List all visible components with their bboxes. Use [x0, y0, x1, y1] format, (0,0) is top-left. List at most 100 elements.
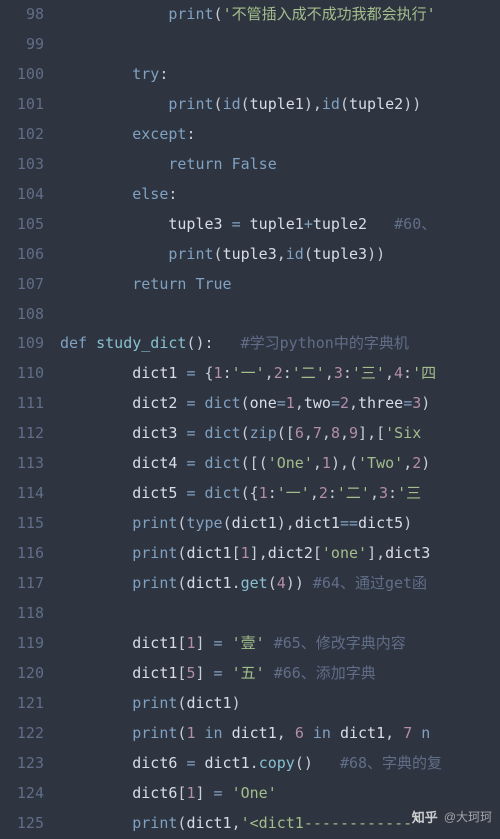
code-line[interactable]: dict2 = dict(one=1,two=2,three=3)	[60, 389, 500, 419]
token-pn: :	[283, 364, 292, 382]
token-pn: [	[376, 424, 385, 442]
line-number: 106	[6, 240, 44, 270]
code-line[interactable]: dict1[1] = '壹' #65、修改字典内容	[60, 629, 500, 659]
token-cm: #66、添加字典	[274, 664, 376, 682]
code-line[interactable]: dict1[5] = '五' #66、添加字典	[60, 659, 500, 689]
token-str: '二'	[337, 484, 370, 502]
code-line[interactable]	[60, 300, 500, 330]
token-id: dict1	[186, 694, 231, 712]
token-pn: :	[223, 364, 232, 382]
token-id	[195, 724, 204, 742]
token-pn: (	[340, 95, 349, 113]
token-op: =	[232, 215, 241, 233]
token-str: 'Six	[385, 424, 421, 442]
token-bn: id	[322, 95, 340, 113]
token-pn: )	[421, 454, 430, 472]
token-id: dict1	[186, 544, 231, 562]
token-num: 2	[274, 364, 283, 382]
code-line[interactable]: return True	[60, 270, 500, 300]
line-number: 109	[6, 329, 44, 359]
code-line[interactable]: print(dict1)	[60, 689, 500, 719]
line-number: 103	[6, 150, 44, 180]
token-id: tuple2	[313, 215, 367, 233]
token-id: dict4	[132, 454, 177, 472]
token-bn: print	[168, 5, 213, 23]
code-line[interactable]: except:	[60, 120, 500, 150]
token-bn: type	[186, 514, 222, 532]
code-line[interactable]: print(dict1[1],dict2['one'],dict3	[60, 539, 500, 569]
token-pn: )	[232, 694, 241, 712]
code-line[interactable]: def study_dict(): #学习python中的字典机	[60, 329, 500, 359]
token-pn: ,	[367, 424, 376, 442]
token-op: =	[214, 634, 223, 652]
token-num: 9	[349, 424, 358, 442]
token-id: dict1	[186, 574, 231, 592]
token-id: three	[358, 394, 403, 412]
token-fn: study_dict	[96, 334, 186, 352]
line-number: 117	[6, 569, 44, 599]
token-pn: :	[388, 484, 397, 502]
code-line[interactable]: print(dict1.get(4)) #64、通过get函	[60, 569, 500, 599]
token-id: dict5	[358, 514, 403, 532]
token-bn: print	[168, 95, 213, 113]
token-id	[195, 394, 204, 412]
token-id	[223, 155, 232, 173]
token-id	[304, 724, 313, 742]
token-kw: True	[195, 275, 231, 293]
token-id: dict6	[132, 754, 177, 772]
code-line[interactable]: print('不管插入成不成功我都会执行'	[60, 0, 500, 30]
token-id	[195, 424, 204, 442]
code-area[interactable]: print('不管插入成不成功我都会执行' try: print(id(tupl…	[54, 0, 500, 839]
token-pn: ()	[295, 754, 313, 772]
code-line[interactable]: return False	[60, 150, 500, 180]
token-cm: #64、通过get函	[313, 574, 427, 592]
code-line[interactable]: print(type(dict1),dict1==dict5)	[60, 509, 500, 539]
code-editor[interactable]: 9899100101102103104105106107108109110111…	[0, 0, 500, 839]
token-id	[412, 724, 421, 742]
token-id	[304, 574, 313, 592]
token-id: dict2	[268, 544, 313, 562]
token-str: 'One'	[268, 454, 313, 472]
token-pn: )	[286, 574, 295, 592]
token-num: 1	[322, 454, 331, 472]
line-number: 122	[6, 719, 44, 749]
token-str: '五'	[232, 664, 265, 682]
line-number: 107	[6, 270, 44, 300]
token-pn: ()	[186, 334, 204, 352]
code-line[interactable]	[60, 30, 500, 60]
token-id	[205, 784, 214, 802]
line-number: 100	[6, 60, 44, 90]
code-line[interactable]: print(tuple3,id(tuple3))	[60, 240, 500, 270]
code-line[interactable]: dict4 = dict([('One',1),('Two',2)	[60, 449, 500, 479]
token-pn: ,	[286, 514, 295, 532]
token-pn: )	[376, 245, 385, 263]
code-line[interactable]: dict1 = {1:'一',2:'二',3:'三',4:'四	[60, 359, 500, 389]
token-num: 7	[313, 424, 322, 442]
token-pn: ,	[340, 424, 349, 442]
token-pn: (	[214, 245, 223, 263]
token-pn: ,	[325, 364, 334, 382]
code-line[interactable]: else:	[60, 180, 500, 210]
code-line[interactable]	[60, 599, 500, 629]
token-str: '三'	[352, 364, 385, 382]
code-line[interactable]: try:	[60, 60, 500, 90]
code-line[interactable]: dict3 = dict(zip([6,7,8,9],['Six	[60, 419, 500, 449]
code-line[interactable]: dict6 = dict1.copy() #68、字典的复	[60, 749, 500, 779]
token-pn: (	[268, 574, 277, 592]
token-pn: :	[186, 125, 195, 143]
token-kw: except	[132, 125, 186, 143]
code-line[interactable]: dict5 = dict({1:'一',2:'二',3:'三	[60, 479, 500, 509]
code-line[interactable]: tuple3 = tuple1+tuple2 #60、	[60, 210, 500, 240]
line-number: 105	[6, 210, 44, 240]
token-bn: print	[132, 814, 177, 832]
token-num: 1	[286, 394, 295, 412]
code-line[interactable]: print(id(tuple1),id(tuple2))	[60, 90, 500, 120]
token-id: dict1	[186, 814, 231, 832]
line-number: 110	[6, 359, 44, 389]
code-line[interactable]: print(1 in dict1, 6 in dict1, 7 n	[60, 719, 500, 749]
token-id: tuple3	[168, 215, 222, 233]
token-id: dict3	[385, 544, 430, 562]
token-id	[223, 784, 232, 802]
token-pn: (	[259, 454, 268, 472]
line-number: 123	[6, 749, 44, 779]
